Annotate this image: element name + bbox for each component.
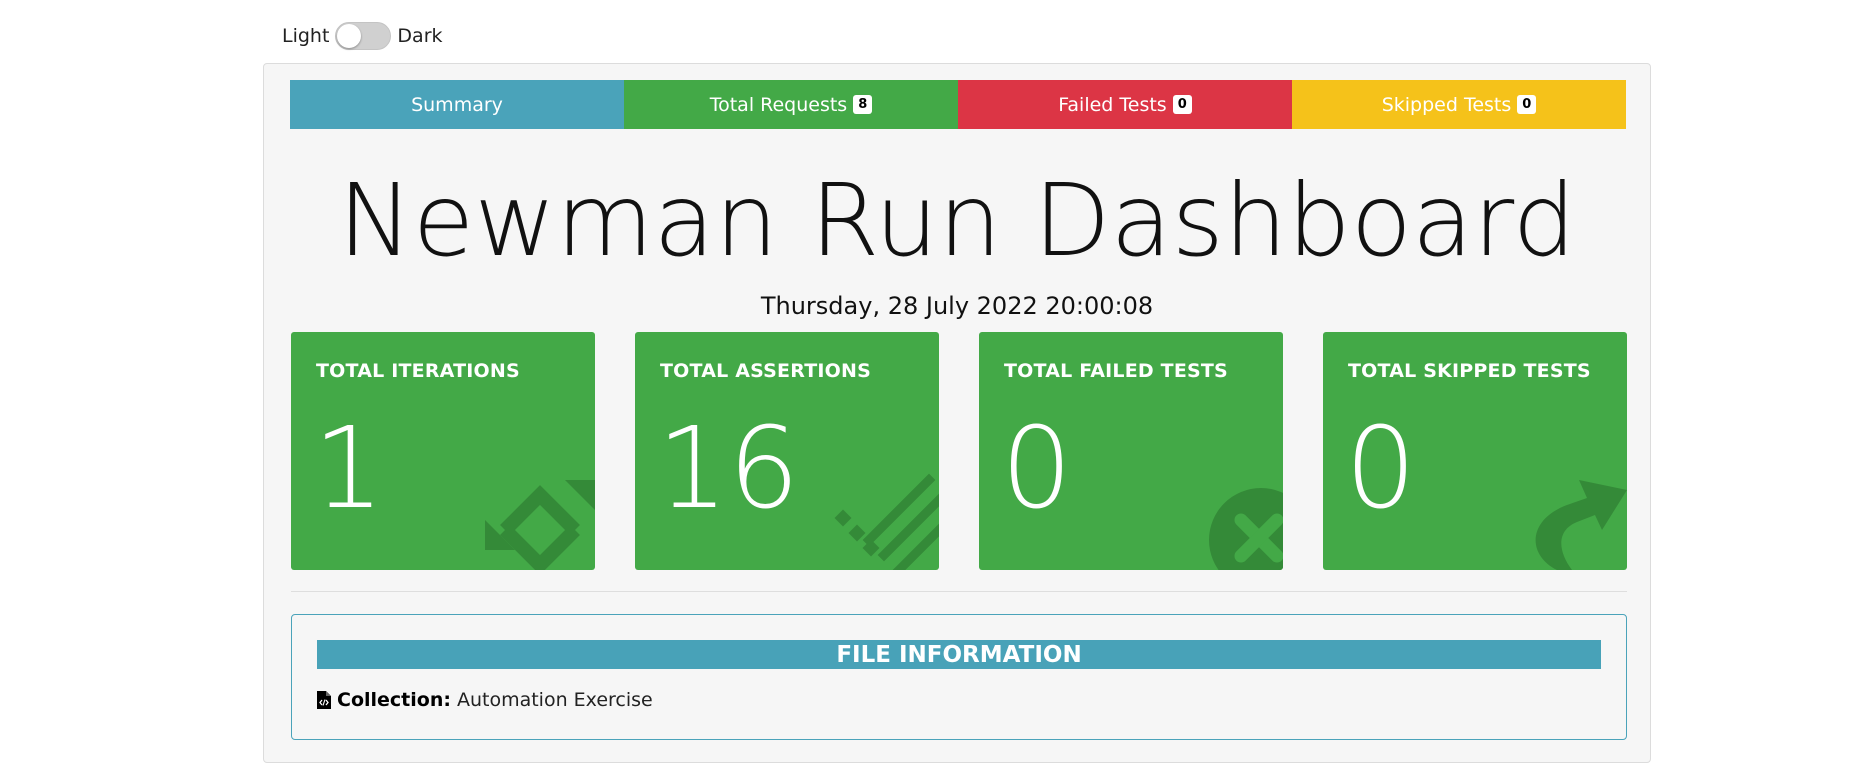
theme-switch[interactable]: [335, 22, 392, 50]
divider: [291, 591, 1627, 592]
skipped-count-badge: 0: [1517, 95, 1537, 114]
card-total-skipped-tests: TOTAL SKIPPED TESTS 0: [1323, 332, 1627, 570]
collection-value: Automation Exercise: [456, 689, 653, 711]
tab-failed-tests[interactable]: Failed Tests 0: [958, 80, 1292, 129]
switch-knob: [337, 24, 362, 48]
card-title: TOTAL FAILED TESTS: [1004, 360, 1228, 382]
run-date: Thursday, 28 July 2022 20:00:08: [760, 292, 1154, 320]
tab-skipped-tests[interactable]: Skipped Tests 0: [1292, 80, 1626, 129]
card-title: TOTAL ITERATIONS: [316, 360, 520, 382]
page-title: Newman Run Dashboard: [337, 162, 1577, 279]
dashboard-container: Summary Total Requests 8 Failed Tests 0 …: [263, 63, 1651, 763]
list-check-icon: [834, 473, 939, 570]
tab-label: Total Requests: [709, 93, 848, 116]
tab-summary[interactable]: Summary: [290, 80, 624, 129]
card-value: 1: [313, 404, 385, 534]
theme-toggle: Light Dark: [282, 22, 443, 50]
file-information-panel: FILE INFORMATION Collection: Automation …: [291, 614, 1627, 740]
card-value: 16: [657, 404, 800, 534]
card-total-assertions: TOTAL ASSERTIONS 16: [635, 332, 939, 570]
collection-label: Collection:: [337, 689, 451, 711]
card-total-iterations: TOTAL ITERATIONS 1: [291, 332, 595, 570]
card-title: TOTAL ASSERTIONS: [660, 360, 871, 382]
tab-label: Skipped Tests: [1381, 93, 1512, 116]
file-information-header: FILE INFORMATION: [317, 640, 1601, 669]
card-value: 0: [1001, 404, 1073, 534]
tab-total-requests[interactable]: Total Requests 8: [624, 80, 958, 129]
repeat-icon: [485, 480, 595, 570]
tab-label: Failed Tests: [1058, 93, 1167, 116]
light-label: Light: [282, 25, 330, 47]
card-title: TOTAL SKIPPED TESTS: [1348, 360, 1591, 382]
tab-label: Summary: [411, 93, 503, 116]
file-code-icon: [317, 691, 331, 709]
times-circle-icon: [1209, 488, 1283, 570]
collection-row: Collection: Automation Exercise: [317, 689, 653, 711]
requests-count-badge: 8: [853, 95, 873, 114]
tab-bar: Summary Total Requests 8 Failed Tests 0 …: [290, 80, 1626, 129]
share-arrow-icon: [1535, 480, 1627, 570]
dark-label: Dark: [397, 25, 443, 47]
summary-cards: TOTAL ITERATIONS 1 TOTAL ASSERTIONS 16 T…: [291, 332, 1627, 570]
failed-count-badge: 0: [1172, 95, 1192, 114]
card-total-failed-tests: TOTAL FAILED TESTS 0: [979, 332, 1283, 570]
card-value: 0: [1345, 404, 1417, 534]
